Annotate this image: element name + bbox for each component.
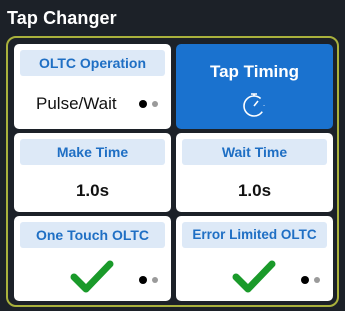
panel-title: Tap Changer: [7, 8, 117, 28]
page-indicator: [139, 276, 163, 284]
page-dot-inactive: [152, 277, 158, 283]
make-time-label: Make Time: [20, 139, 165, 165]
page-dot-active: [139, 276, 147, 284]
make-time-value: 1.0s: [75, 181, 110, 200]
wait-time-label: Wait Time: [182, 139, 327, 165]
page-dot-inactive: [314, 277, 320, 283]
oltc-operation-tile[interactable]: OLTC Operation Pulse/Wait: [14, 44, 171, 129]
oltc-operation-label: OLTC Operation: [20, 50, 165, 76]
page-indicator: [301, 276, 325, 284]
wait-time-tile[interactable]: Wait Time 1.0s: [176, 133, 333, 212]
tap-timing-label: Tap Timing: [209, 62, 300, 81]
page-dot-inactive: [152, 101, 158, 107]
timer-icon: [243, 93, 265, 117]
one-touch-oltc-tile[interactable]: One Touch OLTC: [14, 216, 171, 301]
error-limited-oltc-tile[interactable]: Error Limited OLTC: [176, 216, 333, 301]
page-indicator: [139, 100, 163, 108]
page-dot-active: [139, 100, 147, 108]
tap-changer-panel: Tap Changer OLTC Operation Pulse/Wait Ta…: [0, 0, 345, 311]
one-touch-oltc-label: One Touch OLTC: [20, 222, 165, 248]
checkmark-icon: [70, 260, 114, 293]
make-time-tile[interactable]: Make Time 1.0s: [14, 133, 171, 212]
settings-grid: OLTC Operation Pulse/Wait Tap Timing Mak…: [6, 36, 339, 307]
tap-timing-tile[interactable]: Tap Timing: [176, 44, 333, 129]
checkmark-icon: [232, 260, 276, 293]
page-dot-active: [301, 276, 309, 284]
wait-time-value: 1.0s: [237, 181, 272, 200]
error-limited-oltc-label: Error Limited OLTC: [182, 222, 327, 248]
